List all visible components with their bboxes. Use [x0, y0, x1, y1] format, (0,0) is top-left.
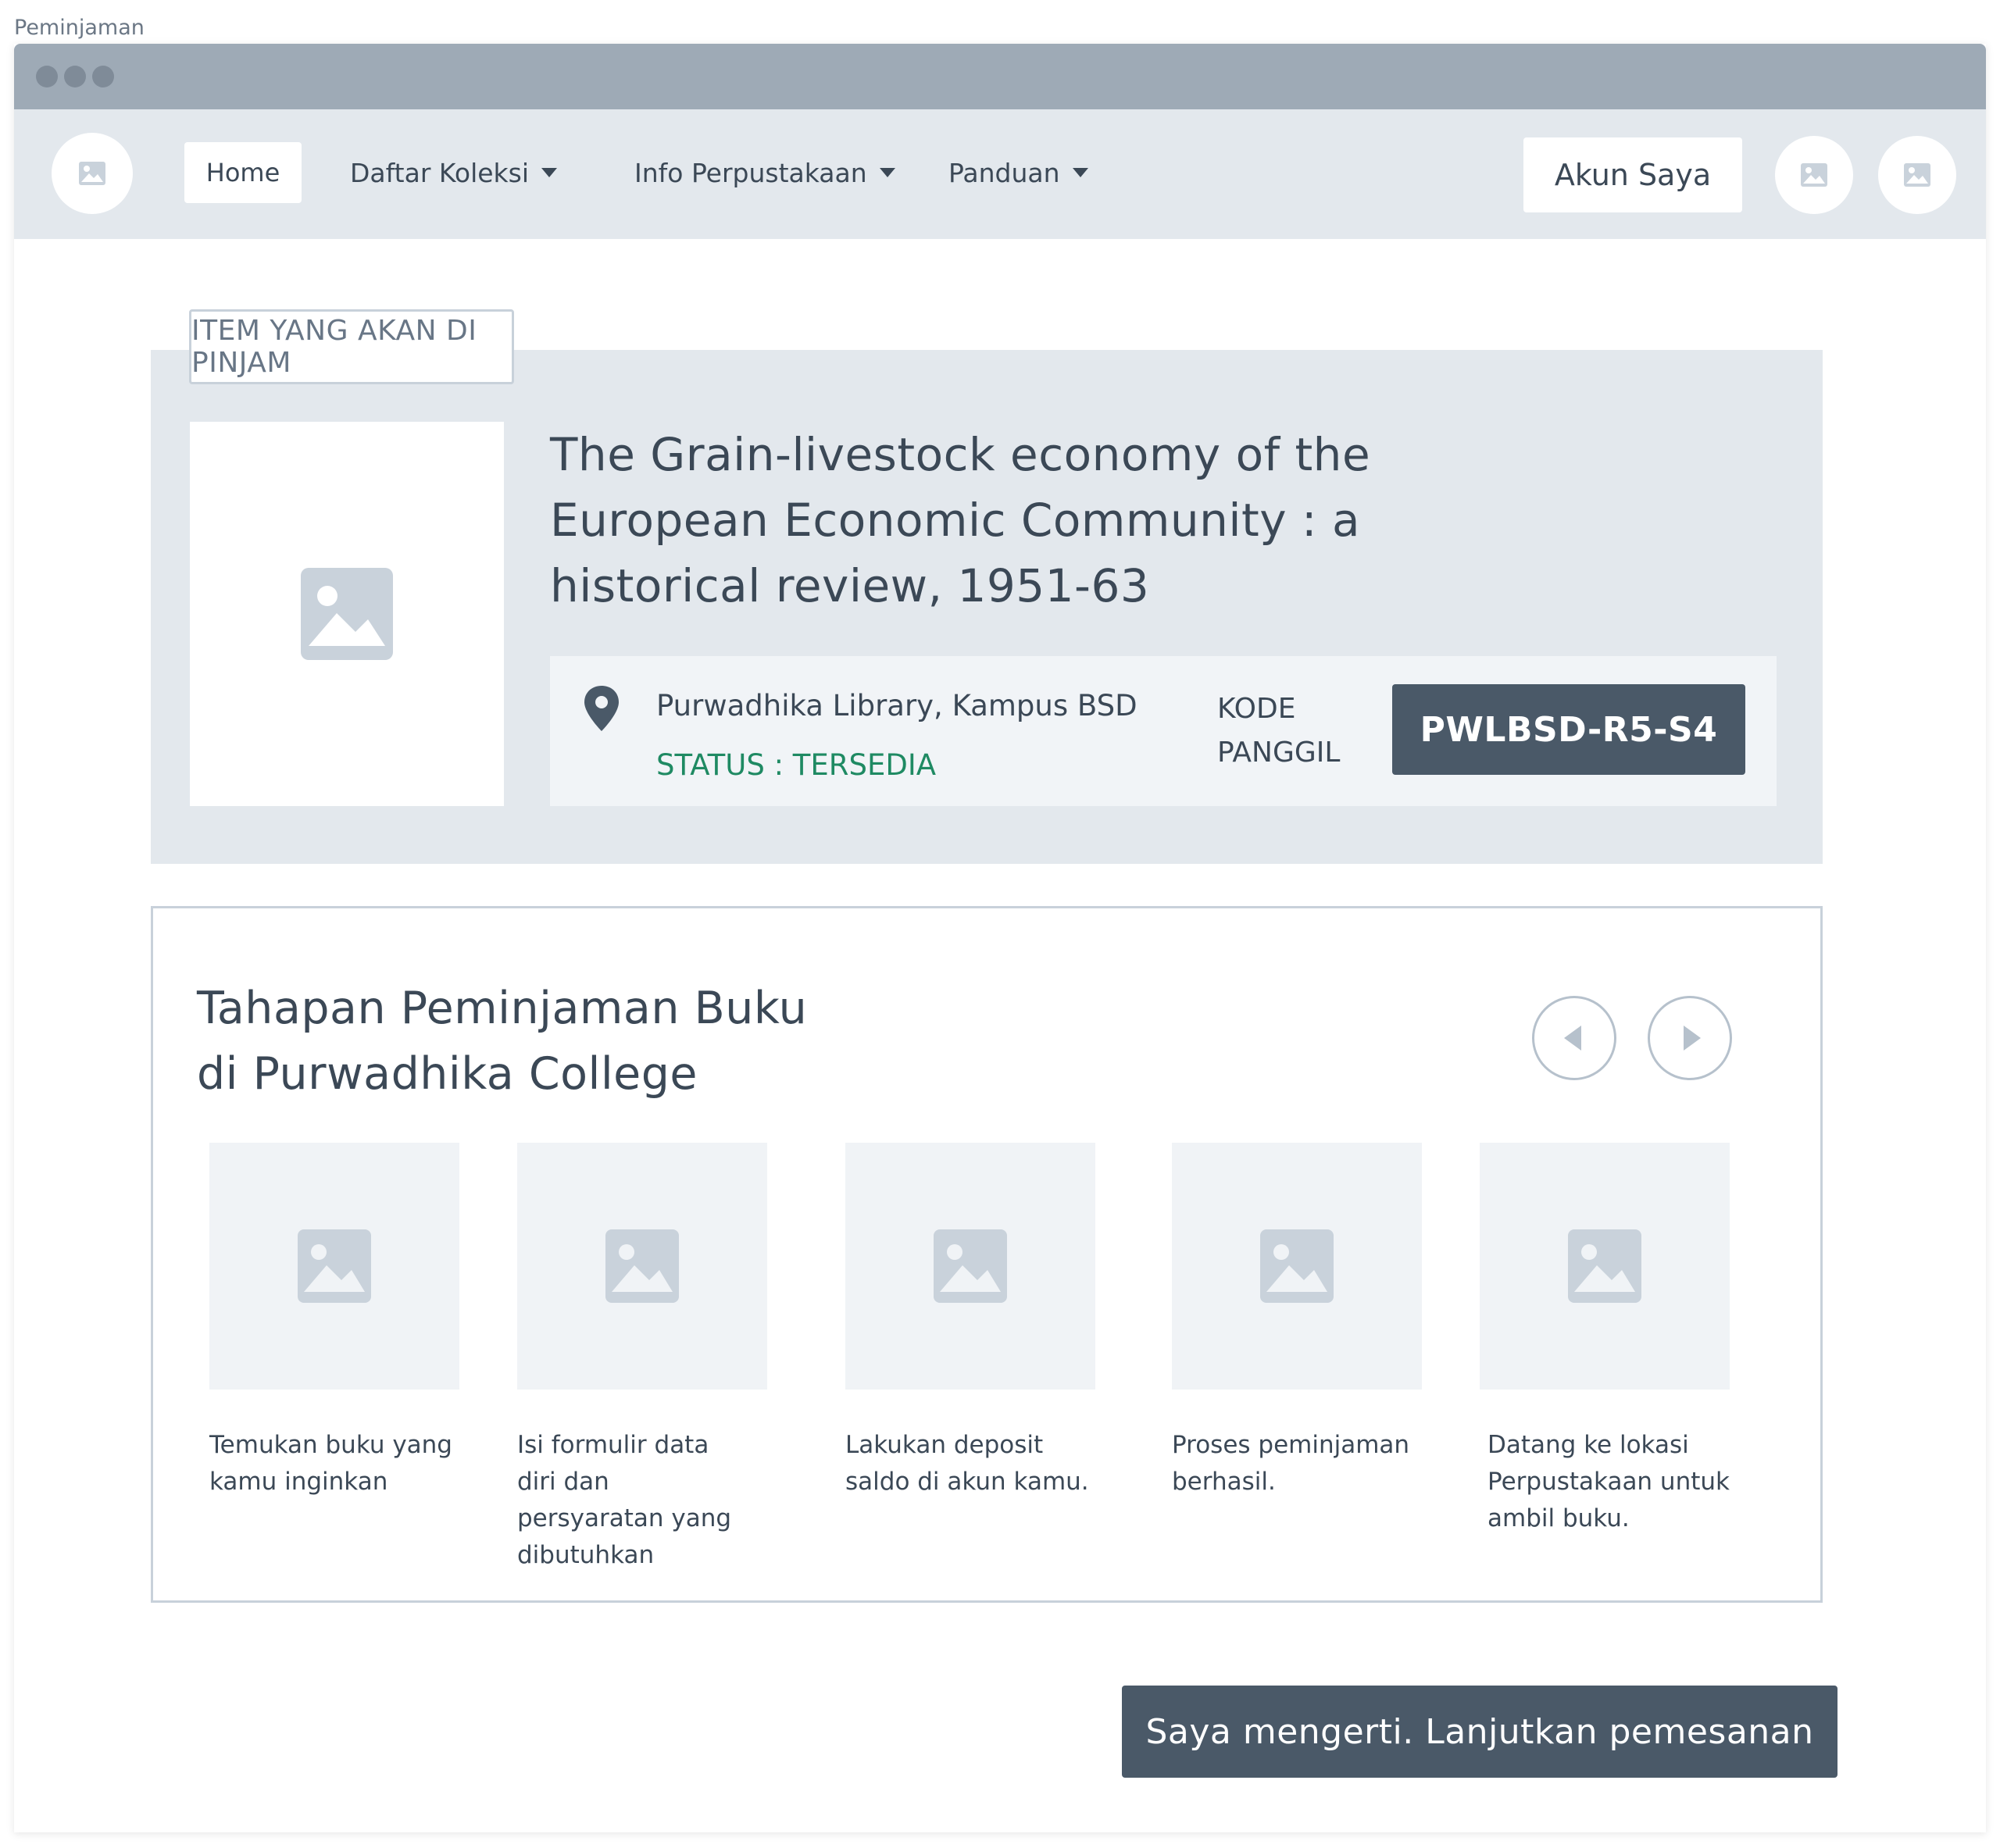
- step-description: Lakukan deposit saldo di akun kamu.: [845, 1431, 1089, 1496]
- chevron-down-icon: [1072, 168, 1088, 177]
- image-placeholder-icon: [1904, 163, 1930, 187]
- akun-saya-button[interactable]: Akun Saya: [1523, 137, 1742, 212]
- profile-image-icon[interactable]: [1878, 136, 1956, 214]
- nav-daftar-koleksi-label: Daftar Koleksi: [350, 157, 530, 188]
- steps-panel: Tahapan Peminjaman Buku di Purwadhika Co…: [151, 906, 1823, 1603]
- nav-panduan-label: Panduan: [948, 157, 1060, 188]
- chevron-down-icon: [541, 168, 558, 177]
- step-card: Temukan buku yang kamu inginkan: [209, 1143, 459, 1500]
- book-title-line: The Grain-livestock economy of the: [550, 428, 1371, 481]
- kode-label-line: KODE: [1217, 693, 1296, 725]
- steps-title: Tahapan Peminjaman Buku di Purwadhika Co…: [197, 976, 900, 1107]
- nav-info-perpustakaan-label: Info Perpustakaan: [634, 157, 867, 188]
- carousel-next-button[interactable]: [1648, 996, 1732, 1080]
- step-card: Lakukan deposit saldo di akun kamu.: [845, 1143, 1095, 1500]
- kode-label-line: PANGGIL: [1217, 737, 1341, 769]
- image-placeholder-icon: [1260, 1229, 1334, 1303]
- image-placeholder-icon: [1568, 1229, 1641, 1303]
- carousel-prev-button[interactable]: [1532, 996, 1616, 1080]
- book-title: The Grain-livestock economy of the Europ…: [550, 422, 1409, 619]
- nav-home[interactable]: Home: [184, 142, 302, 203]
- step-card: Datang ke lokasi Perpustakaan untuk ambi…: [1480, 1143, 1730, 1537]
- nav-daftar-koleksi[interactable]: Daftar Koleksi: [350, 142, 558, 203]
- step-description: Proses peminjaman berhasil.: [1172, 1431, 1410, 1496]
- window-dot-close[interactable]: [36, 66, 58, 87]
- chevron-down-icon: [879, 168, 895, 177]
- item-section-label: ITEM YANG AKAN DI PINJAM: [189, 309, 514, 384]
- step-card: Proses peminjaman berhasil.: [1172, 1143, 1422, 1500]
- step-image: [517, 1143, 767, 1390]
- image-placeholder-icon: [298, 1229, 371, 1303]
- status-badge: STATUS : TERSEDIA: [656, 748, 937, 782]
- nav-panduan[interactable]: Panduan: [948, 142, 1088, 203]
- step-description: Datang ke lokasi Perpustakaan untuk ambi…: [1488, 1431, 1730, 1532]
- library-location: Purwadhika Library, Kampus BSD: [656, 689, 1138, 722]
- image-placeholder-icon: [301, 568, 393, 660]
- step-image: [845, 1143, 1095, 1390]
- nav-info-perpustakaan[interactable]: Info Perpustakaan: [634, 142, 895, 203]
- notification-image-icon[interactable]: [1775, 136, 1853, 214]
- image-placeholder-icon: [934, 1229, 1007, 1303]
- logo-image-icon[interactable]: [52, 133, 133, 214]
- step-card: Isi formulir data diri dan persyaratan y…: [517, 1143, 767, 1574]
- book-title-line: European Economic Community : a: [550, 494, 1361, 547]
- continue-order-button[interactable]: Saya mengerti. Lanjutkan pemesanan: [1122, 1686, 1838, 1778]
- steps-title-line: di Purwadhika College: [197, 1048, 698, 1100]
- window-dot-maximize[interactable]: [92, 66, 114, 87]
- frame-label: Peminjaman: [14, 16, 145, 40]
- window-titlebar: [14, 44, 1986, 109]
- book-cover: [190, 422, 504, 806]
- image-placeholder-icon: [79, 162, 105, 185]
- location-pin-icon: [584, 686, 619, 731]
- window-dot-minimize[interactable]: [64, 66, 86, 87]
- image-placeholder-icon: [1801, 163, 1827, 187]
- location-box: Purwadhika Library, Kampus BSD STATUS : …: [550, 656, 1777, 806]
- step-image: [1480, 1143, 1730, 1390]
- arrow-left-icon: [1564, 1026, 1581, 1051]
- top-navbar: Home Daftar Koleksi Info Perpustakaan Pa…: [14, 109, 1986, 239]
- kode-panggil-label: KODE PANGGIL: [1217, 687, 1340, 775]
- call-number-badge: PWLBSD-R5-S4: [1392, 684, 1745, 775]
- arrow-right-icon: [1684, 1026, 1701, 1051]
- step-image: [209, 1143, 459, 1390]
- step-description: Isi formulir data diri dan persyaratan y…: [517, 1431, 732, 1569]
- step-image: [1172, 1143, 1422, 1390]
- step-description: Temukan buku yang kamu inginkan: [209, 1431, 452, 1496]
- book-title-line: historical review, 1951-63: [550, 559, 1150, 612]
- image-placeholder-icon: [605, 1229, 679, 1303]
- steps-title-line: Tahapan Peminjaman Buku: [197, 983, 808, 1034]
